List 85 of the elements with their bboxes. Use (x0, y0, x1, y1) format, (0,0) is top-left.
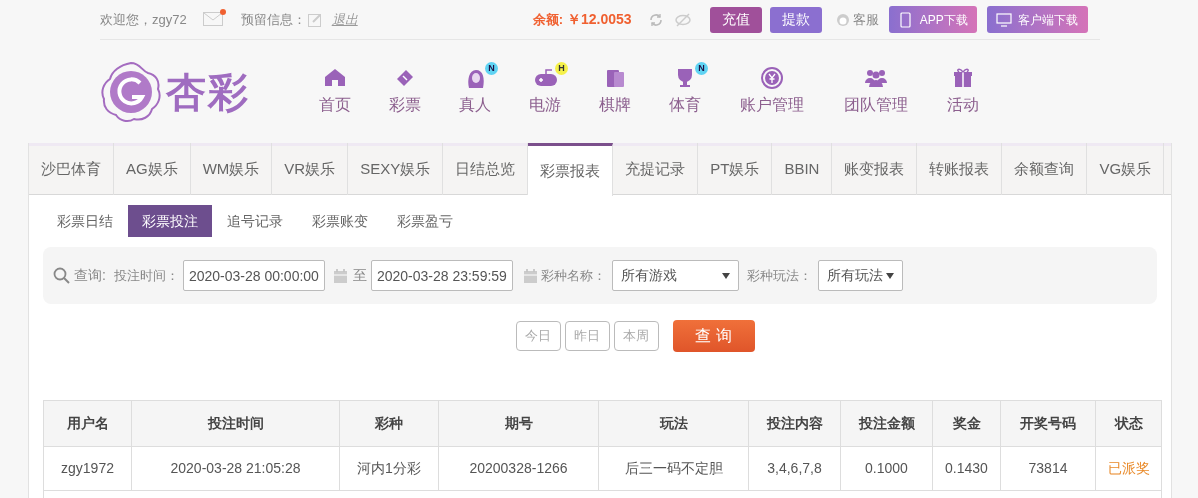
edit-icon (307, 12, 322, 27)
play-select[interactable]: 所有玩法 (817, 260, 903, 291)
sub-tab[interactable]: 彩票盈亏 (383, 205, 467, 237)
column-header: 投注时间 (131, 400, 340, 447)
client-download-button[interactable]: 客户端下载 (986, 6, 1088, 33)
withdraw-button[interactable]: 提款 (769, 6, 822, 33)
column-header: 投注内容 (748, 400, 841, 447)
tab[interactable]: BBIN (772, 143, 833, 195)
search-icon (53, 266, 71, 285)
nav-item[interactable]: 彩票 (370, 66, 440, 117)
tab[interactable]: PT娱乐 (698, 143, 773, 195)
reserved-info-label: 预留信息： (240, 10, 306, 29)
caret-icon (721, 272, 730, 279)
logo-text: 杏彩 (166, 68, 250, 116)
logo[interactable]: 杏彩 (100, 60, 290, 123)
column-header: 期号 (438, 400, 599, 447)
table-cell: 后三一码不定胆 (598, 446, 749, 491)
tab[interactable]: 彩票报表 (528, 143, 614, 196)
status-cell: 已派奖 (1095, 446, 1162, 491)
monitor-icon (996, 11, 1013, 28)
select-value: 所有玩法 (826, 266, 883, 285)
flower-emblem-icon (100, 60, 162, 123)
tab[interactable]: 转账报表 (917, 143, 1003, 195)
sub-tab[interactable]: 彩票投注 (128, 205, 212, 237)
mail-icon[interactable] (202, 11, 225, 28)
tab[interactable]: 沙巴体育 (29, 143, 114, 195)
table-cell: 20200328-1266 (438, 446, 599, 491)
table-cell: 3,4,6,7,8 (748, 446, 841, 491)
column-header: 状态 (1095, 400, 1162, 447)
logout-link[interactable]: 退出 (331, 9, 358, 30)
column-header: 投注金额 (840, 400, 933, 447)
column-header: 开奖号码 (1000, 400, 1096, 447)
column-header: 玩法 (598, 400, 749, 447)
phone-icon (897, 11, 914, 28)
calendar-icon (522, 267, 538, 284)
sub-tab[interactable]: 彩票账变 (298, 205, 382, 237)
sub-tab[interactable]: 彩票日结 (43, 205, 127, 237)
search-button[interactable]: 查 询 (672, 320, 755, 352)
nav-item[interactable]: 棋牌 (580, 66, 650, 117)
game-select[interactable]: 所有游戏 (611, 260, 739, 291)
sub-tab[interactable]: 追号记录 (213, 205, 297, 237)
bet-time-label: 投注时间： (113, 266, 179, 285)
start-date-field[interactable]: 2020-03-28 00:00:00 (182, 260, 325, 291)
badge: N (485, 62, 498, 75)
tab[interactable]: 余额查询 (1002, 143, 1088, 195)
customer-service-link[interactable]: 客服 (852, 9, 879, 30)
eye-slash-icon (673, 12, 692, 27)
badge: H (555, 62, 568, 75)
query-label: 查询: (74, 266, 106, 285)
to-label: 至 (352, 266, 367, 285)
lottery-name-label: 彩种名称： (540, 266, 606, 285)
tab[interactable]: VG娱乐 (1087, 143, 1165, 195)
nav-item[interactable]: 账户管理 (720, 66, 824, 117)
tab[interactable]: 账变报表 (832, 143, 918, 195)
nav-item[interactable]: 活动 (928, 66, 998, 117)
table-cell: zgy1972 (43, 446, 132, 491)
app-download-button[interactable]: APP下载 (888, 6, 977, 33)
select-value: 所有游戏 (620, 266, 677, 285)
refresh-icon (647, 11, 664, 28)
nav-item[interactable]: 团队管理 (824, 66, 928, 117)
table-cell: 73814 (1000, 446, 1096, 491)
table-cell: 河内1分彩 (339, 446, 439, 491)
tab[interactable]: SEXY娱乐 (348, 143, 444, 195)
end-date-field[interactable]: 2020-03-28 23:59:59 (370, 260, 513, 291)
column-header: 奖金 (932, 400, 1001, 447)
welcome-text: 欢迎您，zgy72 (100, 10, 187, 29)
badge: N (695, 62, 708, 75)
yen-coin-icon (760, 66, 784, 90)
caret-icon (885, 272, 894, 279)
tab[interactable]: VR娱乐 (272, 143, 349, 195)
balance-label: 余额: (532, 10, 564, 29)
gift-icon (951, 66, 975, 90)
column-header: 彩种 (339, 400, 439, 447)
column-header: 用户名 (43, 400, 132, 447)
calendar-icon (332, 267, 348, 284)
table-cell: 2020-03-28 21:05:28 (131, 446, 340, 491)
play-type-label: 彩种玩法： (746, 266, 812, 285)
balance-amount: ￥12.0053 (567, 10, 632, 29)
table-cell: 0.1430 (932, 446, 1001, 491)
tab[interactable]: AG娱乐 (114, 143, 191, 195)
tab[interactable]: 充提记录 (613, 143, 699, 195)
table-cell: 0.1000 (840, 446, 933, 491)
tab[interactable]: WM娱乐 (190, 143, 273, 195)
deposit-button[interactable]: 充值 (709, 6, 762, 33)
nav-item[interactable]: 首页 (300, 66, 370, 117)
